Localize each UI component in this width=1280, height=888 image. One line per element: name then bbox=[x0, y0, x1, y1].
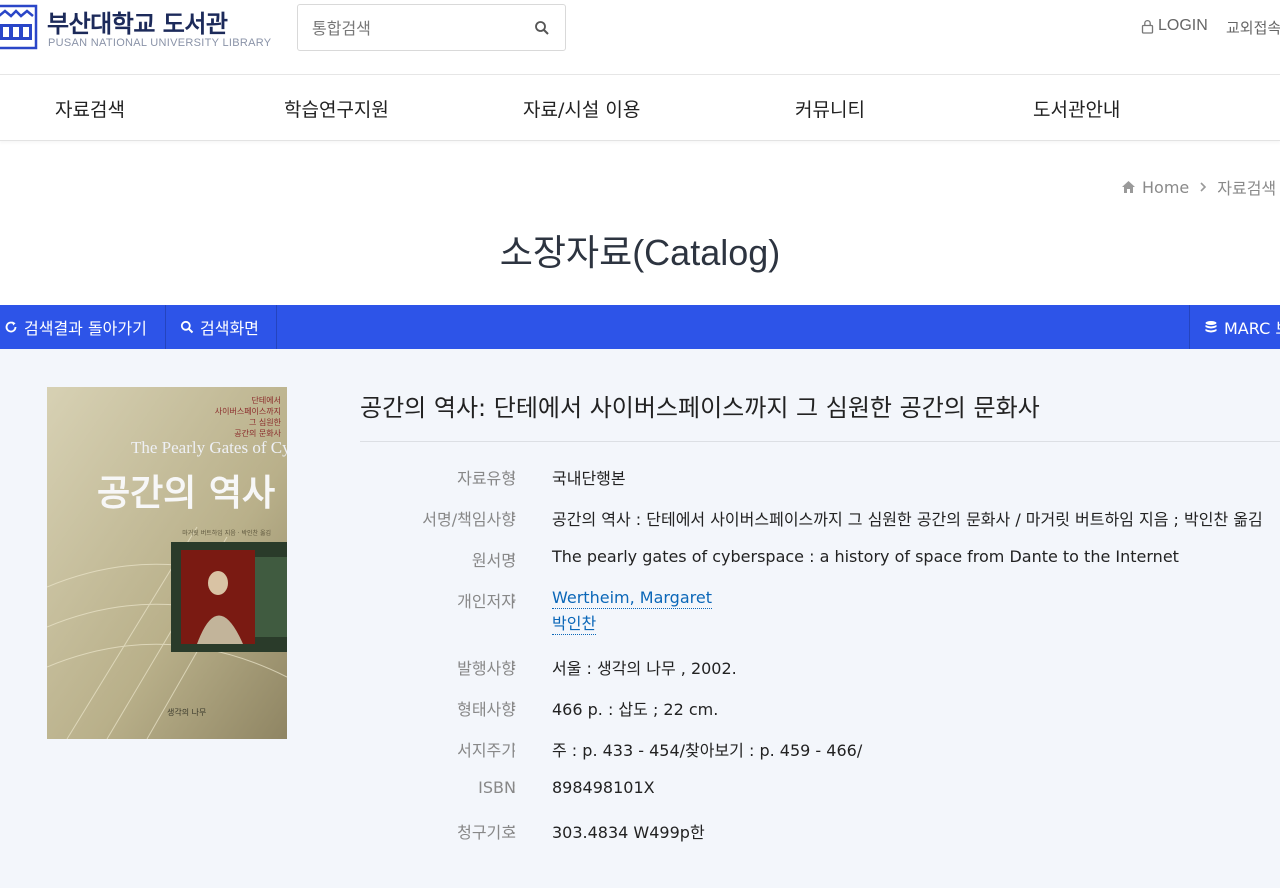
login-link[interactable]: LOGIN bbox=[1141, 17, 1208, 35]
database-icon bbox=[1205, 321, 1217, 333]
record-toolbar: 검색결과 돌아가기 검색화면 MARC 보기 bbox=[0, 305, 1280, 349]
title-divider bbox=[360, 441, 1280, 442]
field-isbn: ISBN: 898498101X bbox=[478, 778, 655, 797]
back-to-results-button[interactable]: 검색결과 돌아가기 bbox=[0, 305, 166, 349]
search-input[interactable] bbox=[312, 16, 522, 40]
field-label: 청구기호 bbox=[457, 823, 516, 842]
nav-item-library-info[interactable]: 도서관안내 bbox=[1033, 95, 1120, 122]
back-to-results-label: 검색결과 돌아가기 bbox=[24, 319, 147, 338]
field-label: 서명/책임사항 bbox=[422, 510, 516, 529]
field-label: 서지주기 bbox=[457, 741, 516, 760]
lock-icon bbox=[1141, 19, 1154, 34]
record-detail: 단테에서 사이버스페이스까지 그 심원한 공간의 문화사 The Pearly … bbox=[0, 349, 1280, 888]
nav-item-community[interactable]: 커뮤니티 bbox=[795, 95, 865, 122]
field-physical-description: 형태사항: 466 p. : 삽도 ; 22 cm. bbox=[457, 696, 719, 719]
integrated-search-box bbox=[297, 4, 566, 51]
field-label: 발행사항 bbox=[457, 659, 516, 678]
svg-text:공간의 문화사: 공간의 문화사 bbox=[234, 428, 281, 438]
library-name[interactable]: 부산대학교 도서관 bbox=[47, 4, 228, 39]
field-value: 주 : p. 433 - 454/찾아보기 : p. 459 - 466/ bbox=[552, 741, 863, 760]
university-emblem-icon[interactable] bbox=[0, 4, 38, 50]
nav-item-search[interactable]: 자료검색 bbox=[55, 95, 125, 122]
field-label: 개인저자 bbox=[457, 592, 516, 611]
login-label: LOGIN bbox=[1158, 17, 1208, 34]
cover-english-title: The Pearly Gates of Cyberspace bbox=[131, 438, 287, 457]
svg-text:그 심원한: 그 심원한 bbox=[249, 417, 282, 427]
svg-text:사이버스페이스까지: 사이버스페이스까지 bbox=[215, 406, 281, 416]
field-label: 형태사항 bbox=[457, 700, 516, 719]
field-value: 국내단행본 bbox=[552, 469, 626, 488]
page-title: 소장자료(Catalog) bbox=[499, 232, 781, 273]
search-icon[interactable] bbox=[534, 20, 550, 36]
search-screen-label: 검색화면 bbox=[200, 319, 259, 338]
nav-item-research-support[interactable]: 학습연구지원 bbox=[284, 95, 389, 122]
field-label: 자료유형 bbox=[457, 469, 516, 488]
field-value: 303.4834 W499p한 bbox=[552, 823, 705, 842]
field-value: 898498101X bbox=[552, 778, 655, 797]
author-link[interactable]: Wertheim, Margaret bbox=[552, 588, 712, 609]
field-value: The pearly gates of cyberspace : a histo… bbox=[552, 547, 1179, 566]
search-icon bbox=[180, 320, 194, 334]
refresh-icon bbox=[5, 321, 17, 333]
svg-text:단테에서: 단테에서 bbox=[252, 395, 281, 405]
field-value: 466 p. : 삽도 ; 22 cm. bbox=[552, 700, 719, 719]
marc-view-label: MARC 보기 bbox=[1224, 319, 1280, 338]
author-link[interactable]: 박인찬 bbox=[552, 614, 597, 635]
field-original-title: 원서명: The pearly gates of cyberspace : a … bbox=[471, 547, 1179, 570]
field-value: 공간의 역사 : 단테에서 사이버스페이스까지 그 심원한 공간의 문화사 / … bbox=[552, 510, 1263, 529]
site-header: 부산대학교 도서관 PUSAN NATIONAL UNIVERSITY LIBR… bbox=[0, 0, 1280, 75]
cover-author-line: 마거릿 버트하임 지음 · 박인찬 옮김 bbox=[182, 529, 271, 537]
library-name-english: PUSAN NATIONAL UNIVERSITY LIBRARY bbox=[48, 37, 272, 49]
chevron-right-icon bbox=[1200, 182, 1207, 192]
field-title-statement: 서명/책임사항: 공간의 역사 : 단테에서 사이버스페이스까지 그 심원한 공… bbox=[422, 506, 1263, 529]
nav-item-materials-facilities[interactable]: 자료/시설 이용 bbox=[523, 95, 640, 122]
field-value: 서울 : 생각의 나무 , 2002. bbox=[552, 659, 737, 678]
field-publication: 발행사항: 서울 : 생각의 나무 , 2002. bbox=[457, 655, 737, 678]
breadcrumb-current[interactable]: 자료검색 bbox=[1217, 175, 1276, 199]
breadcrumb-home[interactable]: Home bbox=[1142, 178, 1189, 197]
off-campus-access-link[interactable]: 교외접속 bbox=[1226, 17, 1280, 38]
field-label: 원서명 bbox=[471, 551, 516, 570]
home-icon[interactable] bbox=[1121, 180, 1136, 194]
marc-view-button[interactable]: MARC 보기 bbox=[1189, 305, 1280, 349]
search-screen-button[interactable]: 검색화면 bbox=[166, 305, 277, 349]
record-title: 공간의 역사: 단테에서 사이버스페이스까지 그 심원한 공간의 문화사 bbox=[360, 394, 1040, 422]
field-material-type: 자료유형: 국내단행본 bbox=[457, 465, 626, 488]
field-personal-authors: 개인저자: Wertheim, Margaret 박인찬 bbox=[457, 588, 712, 635]
field-call-number: 청구기호: 303.4834 W499p한 bbox=[457, 819, 705, 842]
field-bibliographic-notes: 서지주기: 주 : p. 433 - 454/찾아보기 : p. 459 - 4… bbox=[457, 737, 863, 760]
main-navigation: 자료검색 학습연구지원 자료/시설 이용 커뮤니티 도서관안내 bbox=[0, 75, 1280, 141]
breadcrumb: Home 자료검색 bbox=[1121, 175, 1276, 199]
